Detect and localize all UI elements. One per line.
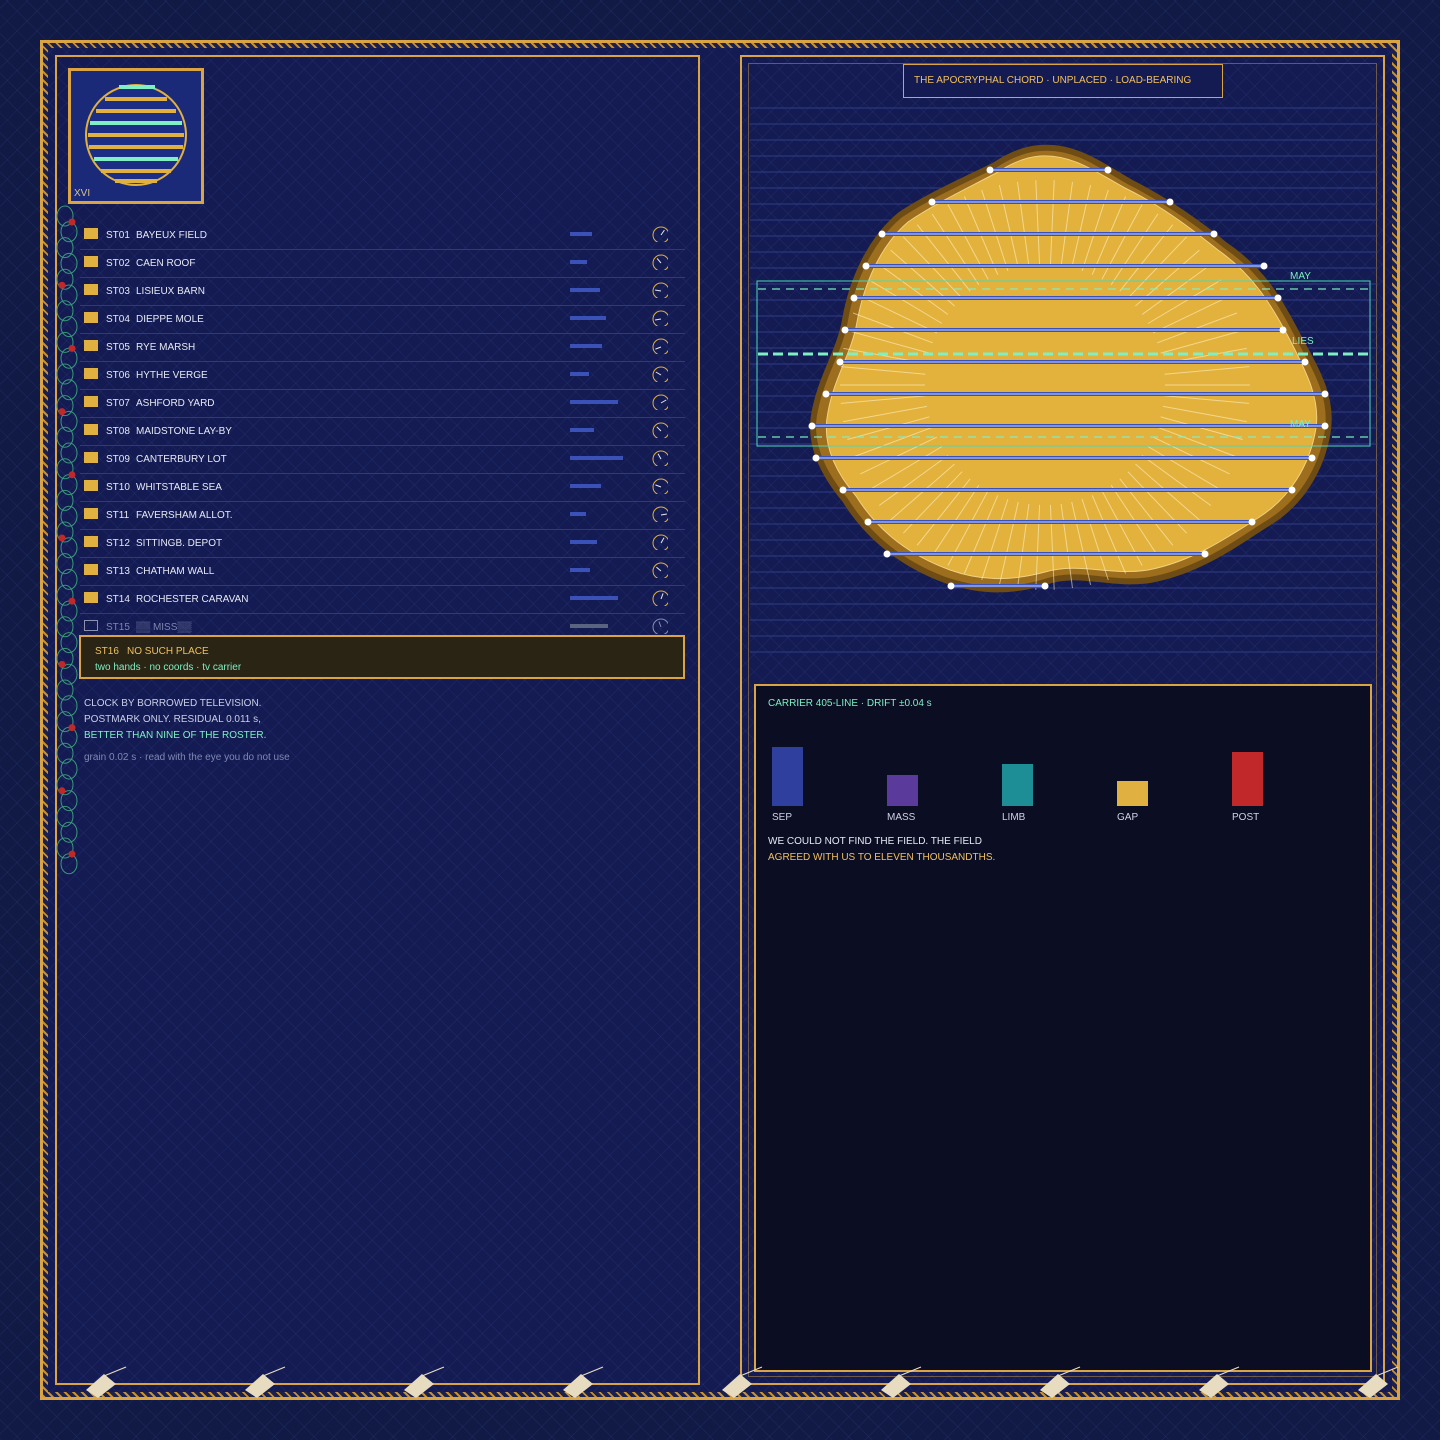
quill-mark <box>1040 1366 1081 1398</box>
quill-marks <box>86 1366 1399 1398</box>
quill-mark <box>722 1366 763 1398</box>
quill-mark <box>404 1366 445 1398</box>
quill-mark <box>1358 1366 1399 1398</box>
quill-mark <box>1199 1366 1240 1398</box>
quill-mark <box>881 1366 922 1398</box>
quill-mark <box>245 1366 286 1398</box>
quill-mark <box>563 1366 604 1398</box>
quill-mark <box>86 1366 127 1398</box>
